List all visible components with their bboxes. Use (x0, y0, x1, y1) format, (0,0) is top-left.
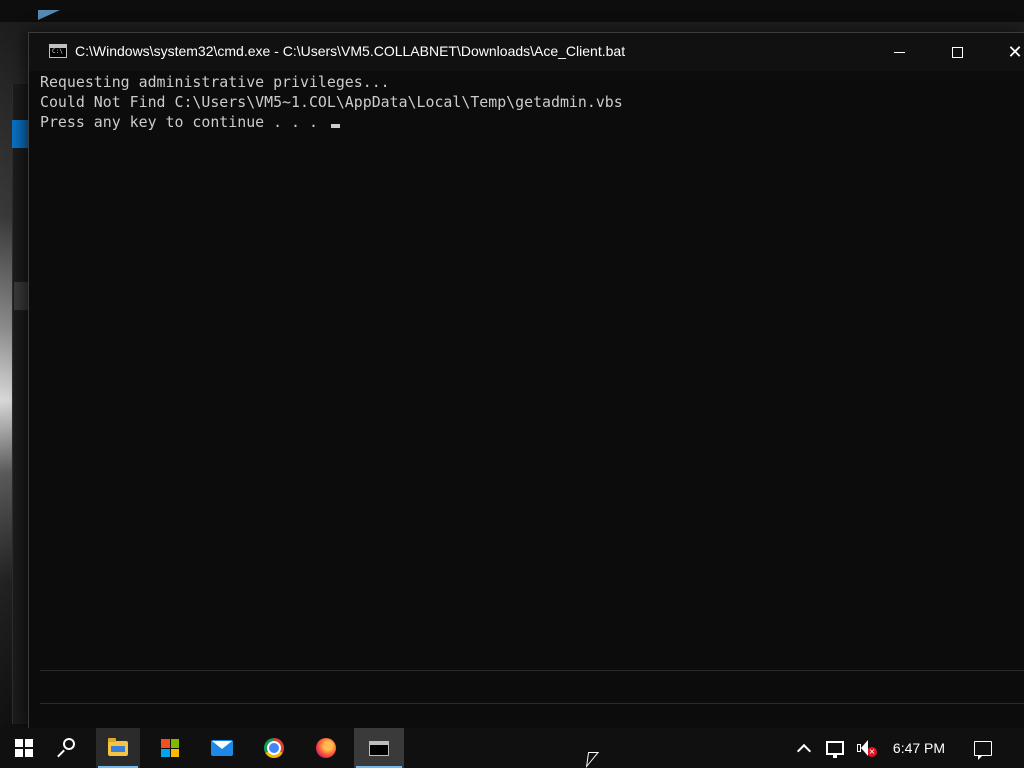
taskbar: × 6:47 PM (0, 728, 1024, 768)
taskbar-command-prompt[interactable] (354, 728, 404, 768)
action-center-button[interactable] (966, 728, 1000, 768)
clock-time: 6:47 PM (892, 740, 946, 756)
console-output[interactable]: Requesting administrative privileges... … (40, 71, 1024, 670)
search-icon (58, 738, 78, 758)
window-titlebar[interactable]: C:\ C:\Windows\system32\cmd.exe - C:\Use… (29, 33, 1024, 71)
console-prompt-text: Press any key to continue . . . (40, 113, 327, 131)
folder-icon (108, 737, 128, 756)
windows-logo-icon (15, 739, 33, 757)
console-divider (40, 703, 1024, 704)
mute-badge-icon: × (867, 747, 877, 757)
volume-button[interactable]: × (852, 728, 880, 768)
mouse-pointer-icon (585, 752, 600, 768)
console-line: Could Not Find C:\Users\VM5~1.COL\AppDat… (40, 93, 623, 111)
minimize-button[interactable] (875, 33, 923, 71)
console-empty-area (40, 670, 1024, 730)
window-title: C:\Windows\system32\cmd.exe - C:\Users\V… (75, 43, 626, 59)
taskbar-chrome[interactable] (250, 728, 298, 768)
maximize-icon (951, 46, 963, 58)
network-button[interactable] (822, 728, 848, 768)
mail-icon (211, 740, 233, 756)
taskbar-mail[interactable] (198, 728, 246, 768)
notification-icon (974, 740, 992, 760)
close-button[interactable]: ✕ (991, 33, 1024, 71)
chevron-up-icon (796, 743, 812, 759)
taskbar-firefox[interactable] (302, 728, 350, 768)
background-window-gray-element (14, 282, 28, 310)
desktop-top-strip (0, 0, 1024, 22)
maximize-button[interactable] (933, 33, 981, 71)
chrome-icon (264, 738, 284, 758)
minimize-icon (893, 51, 905, 53)
cmd-icon-label: C:\ (52, 48, 63, 55)
cmd-window-icon[interactable]: C:\ (49, 44, 67, 58)
taskbar-file-explorer[interactable] (96, 728, 140, 768)
start-button[interactable] (0, 728, 48, 768)
console-line: Requesting administrative privileges... (40, 73, 390, 91)
search-button[interactable] (44, 728, 92, 768)
background-window-blue-tab[interactable] (12, 120, 28, 148)
clock-button[interactable]: 6:47 PM (884, 728, 954, 768)
show-hidden-icons-button[interactable] (792, 728, 816, 768)
text-cursor (330, 124, 340, 128)
taskbar-microsoft-store[interactable] (146, 728, 194, 768)
store-icon (161, 739, 179, 757)
firefox-icon (316, 738, 336, 758)
cmd-icon (369, 740, 389, 756)
close-icon: ✕ (1007, 41, 1023, 63)
cmd-window[interactable]: C:\ C:\Windows\system32\cmd.exe - C:\Use… (28, 32, 1024, 729)
console-line-prompt: Press any key to continue . . . (40, 112, 1024, 132)
background-window-arrow-icon (38, 10, 60, 20)
network-icon (826, 741, 844, 758)
volume-muted-icon: × (856, 739, 877, 757)
